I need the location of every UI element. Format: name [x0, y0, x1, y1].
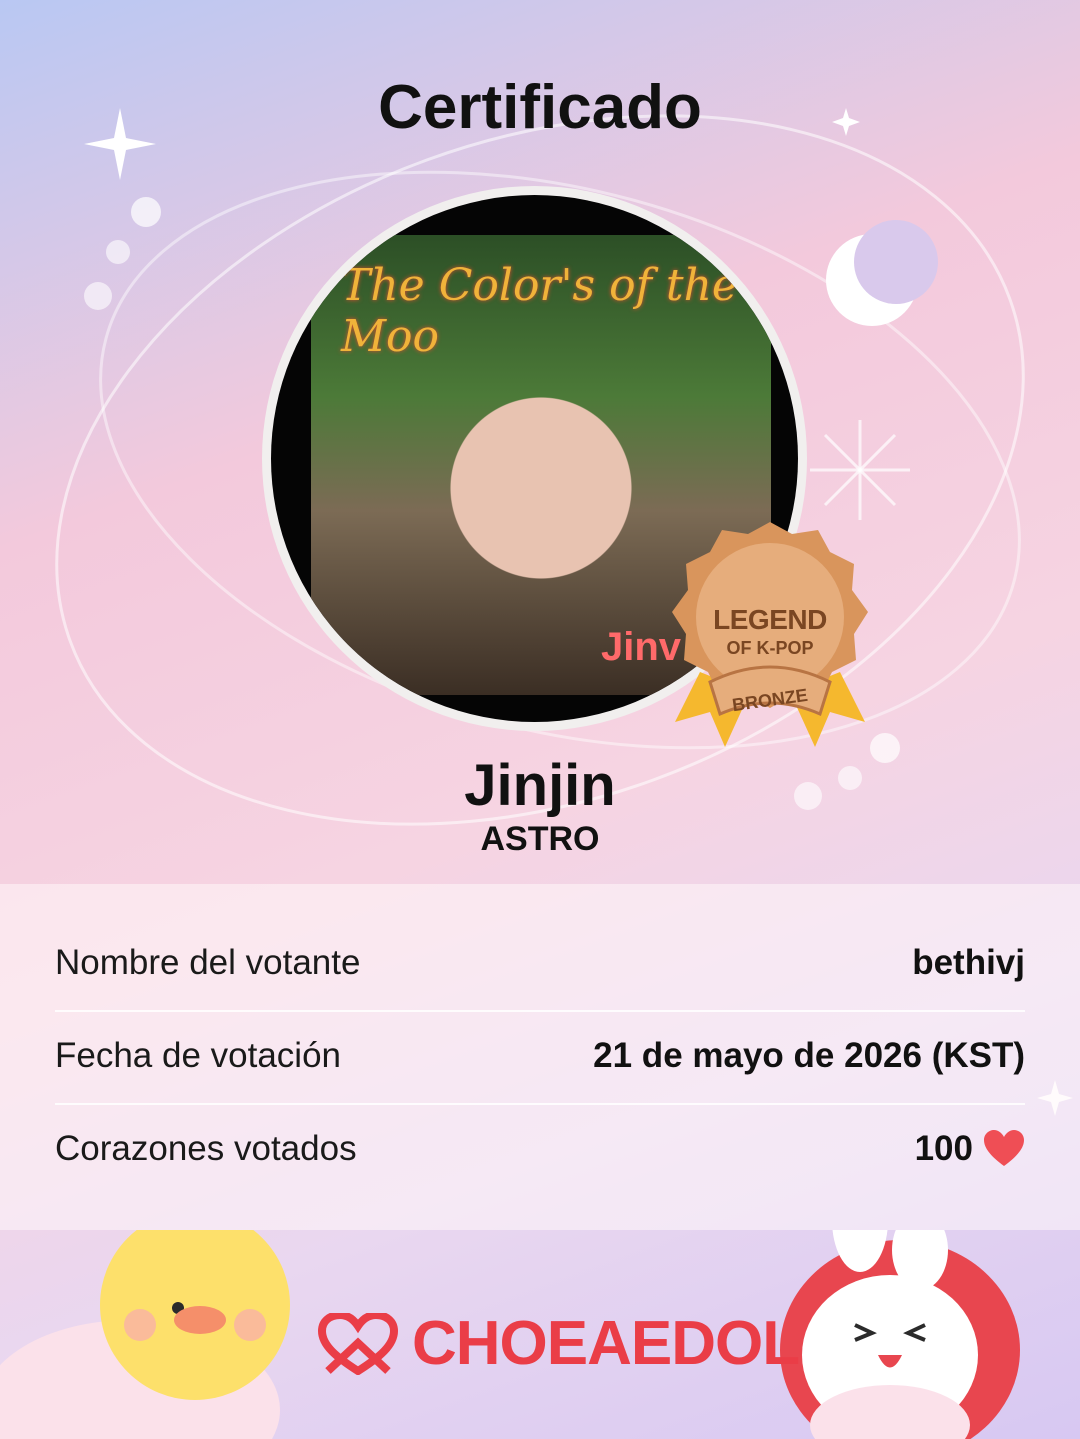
- idol-group: ASTRO: [480, 820, 600, 858]
- brand-name: CHOEAEDOL: [412, 1309, 800, 1378]
- badge-title: LEGEND: [713, 604, 827, 635]
- hearts-voted-value: 100: [914, 1129, 973, 1168]
- certificate-title: Certificado: [378, 73, 702, 142]
- photo-caption: The Color's of the Moo: [341, 260, 738, 362]
- voter-name-row: Nombre del votante bethivj: [55, 918, 1025, 1008]
- voter-name-value: bethivj: [912, 943, 1025, 982]
- hearts-voted-label: Corazones votados: [55, 1129, 357, 1168]
- moon-icon: [826, 220, 938, 326]
- idol-avatar-area: The Color's of the Moo Jinv LEGEND OF K-…: [262, 186, 868, 747]
- choeaedol-logo-icon: [317, 1312, 399, 1375]
- hearts-voted-value-wrap: 100: [915, 1129, 1025, 1169]
- choeaedol-logo: CHOEAEDOL: [316, 1308, 800, 1379]
- heart-icon: [984, 1130, 1024, 1166]
- hearts-voted-row: Corazones votados 100: [55, 1104, 1025, 1194]
- bunny-mascot: [780, 1230, 1020, 1439]
- chick-mascot: [0, 1230, 290, 1439]
- vote-date-value: 21 de mayo de 2026 (KST): [593, 1036, 1025, 1075]
- footer: CHOEAEDOL: [0, 1230, 1080, 1439]
- voter-name-label: Nombre del votante: [55, 943, 361, 982]
- vote-details-panel: Nombre del votante bethivj Fecha de vota…: [0, 884, 1080, 1230]
- badge-subtitle: OF K-POP: [726, 638, 814, 658]
- legend-bronze-badge: LEGEND OF K-POP BRONZE: [670, 522, 870, 752]
- vote-date-row: Fecha de votación 21 de mayo de 2026 (KS…: [55, 1011, 1025, 1101]
- vote-date-label: Fecha de votación: [55, 1036, 342, 1075]
- idol-name: Jinjin: [464, 753, 616, 818]
